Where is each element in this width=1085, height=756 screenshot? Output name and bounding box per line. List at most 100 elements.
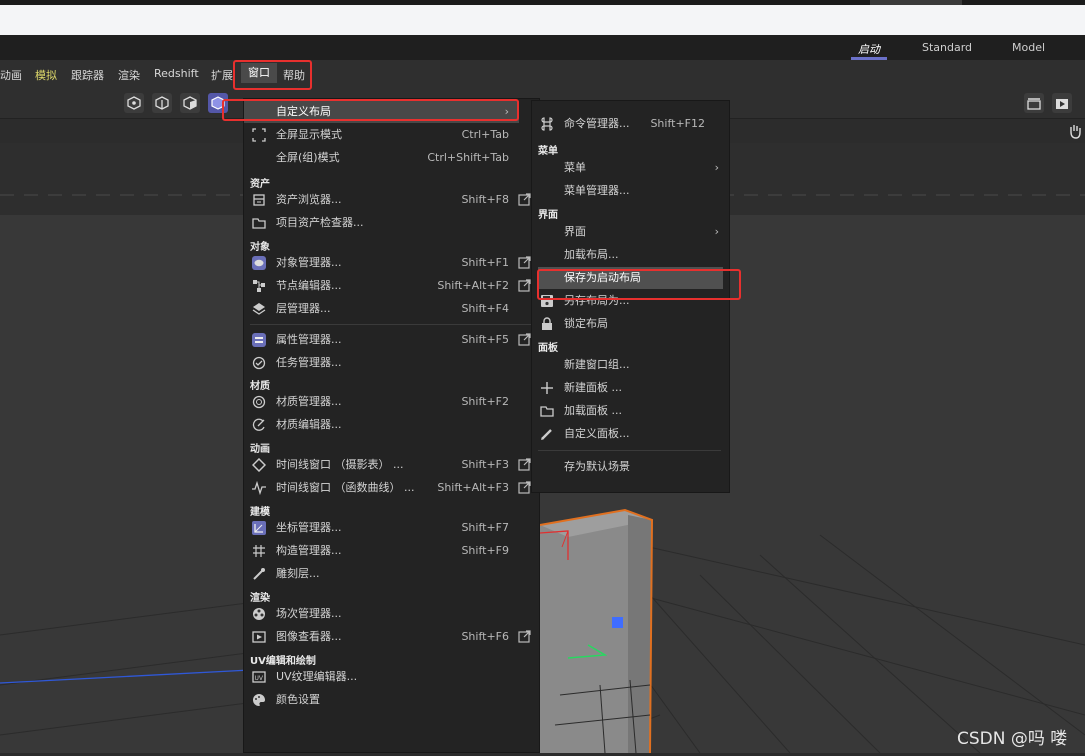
- menu-extensions[interactable]: 扩展: [211, 67, 233, 83]
- menu-item[interactable]: 全屏(组)模式 Ctrl+Shift+Tab: [244, 147, 539, 169]
- menu-item[interactable]: 锁定布局: [532, 313, 729, 335]
- menu-item-label: 时间线窗口 （函数曲线） ...: [276, 481, 415, 494]
- menu-animation[interactable]: 动画: [0, 67, 22, 83]
- command-icon: [541, 117, 553, 131]
- open-external-icon[interactable]: [518, 630, 531, 643]
- edges-mode-icon: [155, 96, 169, 110]
- menu-item-label: 自定义面板...: [564, 427, 630, 440]
- render-view-button[interactable]: [1024, 93, 1044, 113]
- menu-item[interactable]: 层管理器... Shift+F4: [244, 298, 539, 320]
- window-menu-dropdown: 自定义布局 › 全屏显示模式 Ctrl+Tab 全屏(组)模式 Ctrl+Shift+Ta…: [243, 98, 540, 753]
- layout-tab-startup[interactable]: 启动: [858, 41, 880, 57]
- chevron-right-icon: ›: [714, 161, 719, 174]
- menu-tracker[interactable]: 跟踪器: [71, 67, 104, 83]
- fcurve-icon: [252, 481, 266, 495]
- task-manager-icon: [252, 356, 266, 370]
- menu-item-label: 时间线窗口 （摄影表） ...: [276, 458, 404, 471]
- open-external-icon[interactable]: [518, 279, 531, 292]
- menu-item[interactable]: 菜单 ›: [532, 157, 729, 179]
- menu-item[interactable]: 新建面板 ...: [532, 377, 729, 399]
- menu-item[interactable]: 颜色设置: [244, 689, 539, 711]
- open-external-icon[interactable]: [518, 458, 531, 471]
- csdn-watermark: CSDN @吗 喽: [957, 729, 1068, 749]
- hand-icon[interactable]: [1068, 123, 1082, 139]
- menu-separator: [538, 450, 721, 451]
- open-external-icon[interactable]: [518, 481, 531, 494]
- open-external-icon[interactable]: [518, 333, 531, 346]
- menu-item-shortcut: Shift+F12: [650, 117, 705, 130]
- layout-tab-model[interactable]: Model: [1012, 41, 1045, 54]
- menu-item[interactable]: 节点编辑器... Shift+Alt+F2: [244, 275, 539, 297]
- menu-item[interactable]: 命令管理器... Shift+F12: [532, 113, 729, 135]
- menu-item[interactable]: 坐标管理器... Shift+F7: [244, 517, 539, 539]
- menu-item-label: 菜单管理器...: [564, 184, 630, 197]
- menu-section-header: 对象: [250, 242, 270, 253]
- menu-item[interactable]: 雕刻层...: [244, 563, 539, 585]
- menu-simulate[interactable]: 模拟: [35, 67, 57, 83]
- menu-item[interactable]: 加载面板 ...: [532, 400, 729, 422]
- takes-icon: [253, 608, 265, 620]
- menu-item[interactable]: 材质编辑器...: [244, 414, 539, 436]
- open-external-icon[interactable]: [518, 193, 531, 206]
- menu-item[interactable]: 时间线窗口 （函数曲线） ... Shift+Alt+F3: [244, 477, 539, 499]
- menu-item[interactable]: 对象管理器... Shift+F1: [244, 252, 539, 274]
- menu-item-label: 存为默认场景: [564, 460, 630, 473]
- menu-section-header: 建模: [250, 507, 270, 518]
- menu-item-label: 全屏显示模式: [276, 128, 342, 141]
- menu-item[interactable]: 属性管理器... Shift+F5: [244, 329, 539, 351]
- sculpt-icon: [253, 568, 265, 580]
- menu-item-label: 新建窗口组...: [564, 358, 630, 371]
- layout-tab-standard[interactable]: Standard: [922, 41, 972, 54]
- menu-item-label: 坐标管理器...: [276, 521, 342, 534]
- pencil-icon: [541, 429, 552, 440]
- menu-item[interactable]: 任务管理器...: [244, 352, 539, 374]
- menu-item-label: 材质管理器...: [276, 395, 342, 408]
- menu-item-label: UV纹理编辑器...: [276, 670, 358, 683]
- menu-item-label: 任务管理器...: [276, 356, 342, 369]
- menu-item[interactable]: 材质管理器... Shift+F2: [244, 391, 539, 413]
- picture-viewer-icon: [252, 631, 266, 643]
- menu-item-label: 构造管理器...: [276, 544, 342, 557]
- menu-item[interactable]: 自定义面板...: [532, 423, 729, 445]
- menu-item-label: 新建面板 ...: [564, 381, 622, 394]
- menu-item[interactable]: 资产浏览器... Shift+F8: [244, 189, 539, 211]
- folder-icon: [540, 406, 554, 417]
- menu-item[interactable]: 界面 ›: [532, 221, 729, 243]
- menu-item[interactable]: 时间线窗口 （摄影表） ... Shift+F3: [244, 454, 539, 476]
- points-mode-button[interactable]: [124, 93, 144, 113]
- menu-item-label: 加载布局...: [564, 248, 619, 261]
- menu-item[interactable]: 项目资产检查器...: [244, 212, 539, 234]
- menu-section-header: 资产: [250, 179, 270, 190]
- menu-item[interactable]: UV UV纹理编辑器...: [244, 666, 539, 688]
- menu-render[interactable]: 渲染: [118, 67, 140, 83]
- menu-item[interactable]: 加载布局...: [532, 244, 729, 266]
- menu-item-shortcut: Shift+F9: [461, 544, 509, 557]
- annotation-box-save-startup: [537, 269, 741, 300]
- menu-item-label: 命令管理器...: [564, 117, 630, 130]
- menu-item[interactable]: 场次管理器...: [244, 603, 539, 625]
- menu-item-label: 项目资产检查器...: [276, 216, 364, 229]
- menu-item[interactable]: 全屏显示模式 Ctrl+Tab: [244, 124, 539, 146]
- menu-item[interactable]: 新建窗口组...: [532, 354, 729, 376]
- menu-section-header: 渲染: [250, 593, 270, 604]
- menu-section-header: 界面: [538, 210, 558, 221]
- menu-redshift[interactable]: Redshift: [154, 67, 199, 80]
- menu-item[interactable]: 存为默认场景: [532, 456, 729, 478]
- menu-item[interactable]: 构造管理器... Shift+F9: [244, 540, 539, 562]
- polygons-mode-icon: [183, 96, 197, 110]
- polygons-mode-button[interactable]: [180, 93, 200, 113]
- chevron-right-icon: ›: [714, 225, 719, 238]
- edges-mode-button[interactable]: [152, 93, 172, 113]
- menu-item-label: 加载面板 ...: [564, 404, 622, 417]
- menu-item-shortcut: Shift+F5: [461, 333, 509, 346]
- annotation-box-custom-layout: [222, 99, 519, 121]
- menu-item[interactable]: 菜单管理器...: [532, 180, 729, 202]
- material-editor-icon: [252, 418, 265, 431]
- render-button[interactable]: [1052, 93, 1072, 113]
- menu-item-shortcut: Shift+F4: [461, 302, 509, 315]
- menu-section-header: 菜单: [538, 146, 558, 157]
- open-external-icon[interactable]: [518, 256, 531, 269]
- menu-item[interactable]: 图像查看器... Shift+F6: [244, 626, 539, 648]
- menu-item-shortcut: Shift+F8: [461, 193, 509, 206]
- menu-item-label: 图像查看器...: [276, 630, 342, 643]
